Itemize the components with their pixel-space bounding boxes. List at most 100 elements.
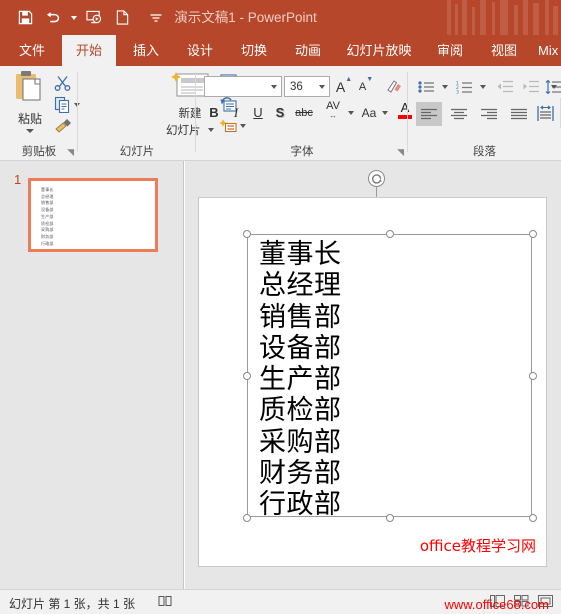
shrink-font-button[interactable]: A ▼ (356, 76, 376, 97)
ribbon-group-font-label: 字体 (290, 146, 314, 158)
character-spacing-button[interactable]: AV ↔ (318, 100, 348, 121)
font-size-input[interactable]: 36 (284, 76, 330, 97)
tab-home-label: 开始 (75, 43, 102, 58)
ribbon: 粘贴 剪贴板 ◥ 新建 幻灯片 幻灯片 36 A ▲ A ▼ B I U S a… (0, 66, 561, 183)
tab-design[interactable]: 设计 (176, 35, 224, 66)
tab-mix[interactable]: Mix (530, 35, 560, 66)
font-name-dropdown-icon[interactable] (267, 84, 281, 89)
tab-insert[interactable]: 插入 (122, 35, 170, 66)
shrink-font-label: A (358, 80, 367, 93)
text-line: 销售部 (259, 301, 342, 333)
slide-thumbnail-pane[interactable]: 1 董事长 总经理 销售部 设备部 生产部 质检部 采购部 财务部 行政部 (0, 161, 184, 589)
undo-dropdown-icon[interactable] (68, 5, 79, 31)
slide-count-status: 幻灯片 第 1 张，共 1 张 (9, 597, 136, 611)
change-case-button[interactable]: Aa (358, 102, 380, 123)
grow-font-button[interactable]: A ▲ (334, 76, 354, 97)
resize-handle-bottom-left[interactable] (243, 514, 251, 522)
change-case-label: Aa (361, 105, 377, 120)
decrease-indent-button[interactable] (494, 76, 516, 97)
start-slideshow-icon[interactable] (81, 5, 107, 31)
numbering-dropdown-icon[interactable] (478, 76, 488, 97)
strikethrough-button[interactable]: abc (292, 102, 316, 123)
paste-button[interactable]: 粘贴 (8, 70, 52, 133)
font-name-input[interactable] (204, 76, 282, 97)
cut-button[interactable] (54, 74, 71, 91)
bullets-dropdown-icon[interactable] (440, 76, 450, 97)
tab-slideshow-label: 幻灯片放映 (346, 43, 412, 58)
clipboard-dialog-launcher[interactable]: ◥ (67, 147, 74, 158)
resize-handle-top-center[interactable] (386, 230, 394, 238)
tab-review[interactable]: 审阅 (426, 35, 474, 66)
font-dialog-launcher[interactable]: ◥ (397, 147, 404, 158)
numbering-button[interactable]: 1 2 3 (454, 76, 476, 97)
bold-button[interactable]: B (204, 102, 224, 123)
paste-label: 粘贴 (17, 112, 42, 126)
text-line: 行政部 (259, 489, 342, 521)
text-line: 董事长 (259, 239, 342, 270)
new-file-icon[interactable] (109, 5, 135, 31)
tab-transitions[interactable]: 切换 (230, 35, 278, 66)
format-painter-button[interactable] (54, 118, 72, 134)
text-line: 质检部 (259, 395, 342, 427)
content-text-box[interactable]: 董事长 总经理 销售部 设备部 生产部 质检部 采购部 财务部 行政部 (243, 230, 537, 522)
clear-formatting-button[interactable] (384, 76, 404, 97)
quick-access-toolbar (12, 0, 169, 35)
tab-slideshow[interactable]: 幻灯片放映 (338, 35, 420, 66)
tab-view-label: 视图 (490, 43, 517, 58)
slide-canvas[interactable]: 董事长 总经理 销售部 设备部 生产部 质检部 采购部 财务部 行政部 offi… (198, 197, 547, 567)
font-size-dropdown-icon[interactable] (315, 84, 329, 89)
tab-insert-label: 插入 (132, 43, 159, 58)
site-watermark: office教程学习网 (419, 537, 536, 555)
resize-handle-bottom-center[interactable] (386, 514, 394, 522)
justify-button[interactable] (506, 102, 532, 126)
ribbon-group-clipboard: 粘贴 剪贴板 ◥ (0, 66, 80, 161)
underline-button[interactable]: U (248, 102, 268, 123)
thumbnail-line: 生产部 (41, 213, 54, 219)
text-shadow-button[interactable]: S (270, 102, 290, 123)
status-bar: 幻灯片 第 1 张，共 1 张 www.office68.com (0, 589, 561, 614)
tab-transitions-label: 切换 (240, 43, 267, 58)
increase-indent-button[interactable] (520, 76, 542, 97)
resize-handle-middle-left[interactable] (243, 372, 251, 380)
align-left-button[interactable] (416, 102, 442, 126)
resize-handle-top-right[interactable] (529, 230, 537, 238)
title-bar: 演示文稿1 - PowerPoint (0, 0, 561, 35)
tab-animations[interactable]: 动画 (284, 35, 332, 66)
customize-qat-icon[interactable] (143, 5, 169, 31)
thumbnail-line: 销售部 (41, 200, 54, 206)
thumbnail-line: 财务部 (41, 233, 54, 239)
slide-editing-pane[interactable]: 董事长 总经理 销售部 设备部 生产部 质检部 采购部 财务部 行政部 offi… (185, 161, 561, 589)
notes-icon[interactable] (158, 595, 172, 610)
slide-thumbnail-1[interactable]: 董事长 总经理 销售部 设备部 生产部 质检部 采购部 财务部 行政部 (28, 178, 158, 252)
align-right-button[interactable] (476, 102, 502, 126)
tab-home[interactable]: 开始 (62, 35, 116, 66)
rotate-handle[interactable] (368, 170, 385, 187)
italic-button[interactable]: I (226, 102, 246, 123)
resize-handle-top-left[interactable] (243, 230, 251, 238)
ribbon-group-slides: 新建 幻灯片 幻灯片 (78, 66, 246, 161)
powerpoint-window: 演示文稿1 - PowerPoint 文件 开始 插入 设计 切换 动画 幻灯片… (0, 0, 561, 614)
resize-handle-bottom-right[interactable] (529, 514, 537, 522)
distribute-text-button[interactable] (534, 100, 556, 126)
align-center-button[interactable] (446, 102, 472, 126)
tab-review-label: 审阅 (436, 43, 463, 58)
change-case-dropdown-icon[interactable] (380, 102, 390, 123)
italic-label: I (233, 104, 239, 120)
bold-label: B (209, 105, 219, 120)
resize-handle-middle-right[interactable] (529, 372, 537, 380)
bullets-button[interactable] (416, 76, 438, 97)
tab-file[interactable]: 文件 (8, 35, 56, 66)
tab-view[interactable]: 视图 (480, 35, 528, 66)
undo-icon[interactable] (40, 5, 66, 31)
thumbnail-text: 董事长 总经理 销售部 设备部 生产部 质检部 采购部 财务部 行政部 (41, 187, 54, 246)
line-spacing-dropdown-icon[interactable] (549, 76, 559, 97)
text-box-content[interactable]: 董事长 总经理 销售部 设备部 生产部 质检部 采购部 财务部 行政部 (259, 239, 342, 521)
tab-design-label: 设计 (186, 43, 213, 58)
ribbon-group-slides-label: 幻灯片 (119, 146, 155, 158)
character-spacing-dropdown-icon[interactable] (346, 102, 356, 123)
text-line: 总经理 (259, 270, 342, 302)
underline-label: U (253, 105, 263, 120)
save-icon[interactable] (12, 5, 38, 31)
paste-dropdown-icon[interactable] (26, 129, 34, 133)
strikethrough-label: abc (295, 106, 313, 119)
